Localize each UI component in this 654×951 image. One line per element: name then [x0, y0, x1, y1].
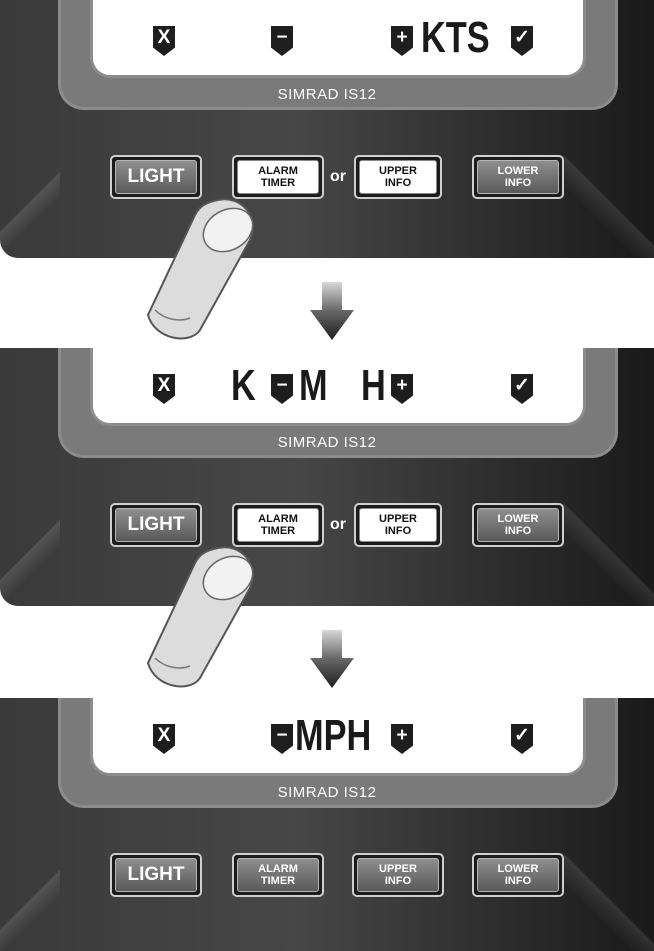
lcd-screen: X − MPH + ✓ [90, 698, 586, 776]
display-panel-2: X K − M H + ✓ SIMRAD IS12 LIGHT ALARM TIM… [0, 348, 654, 606]
cancel-softkey-icon[interactable]: X [153, 724, 175, 754]
letter-h: H [361, 361, 386, 410]
lower-line1: LOWER [497, 513, 539, 525]
minus-label: − [276, 27, 288, 48]
light-button-label: LIGHT [115, 858, 197, 892]
minus-label: − [276, 375, 288, 396]
lower-line2: INFO [504, 177, 532, 189]
unit-readout: MPH [295, 711, 372, 760]
lower-info-label: LOWER INFO [477, 508, 559, 542]
display-panel-3: X − MPH + ✓ SIMRAD IS12 LIGHT ALARM TIMER… [0, 698, 654, 951]
upper-line1: UPPER [379, 513, 417, 525]
confirm-softkey-icon[interactable]: ✓ [511, 26, 533, 56]
lower-info-button[interactable]: LOWER INFO [472, 503, 564, 547]
light-button[interactable]: LIGHT [110, 853, 202, 897]
plus-softkey-icon[interactable]: + [391, 374, 413, 404]
upper-info-button[interactable]: UPPER INFO [354, 503, 442, 547]
confirm-label: ✓ [514, 725, 530, 746]
alarm-timer-label: ALARM TIMER [237, 858, 319, 892]
lcd-screen: X K − M H + ✓ [90, 348, 586, 426]
minus-softkey-icon[interactable]: − [271, 26, 293, 56]
or-label: or [330, 516, 346, 533]
brand-label: SIMRAD IS12 [277, 434, 377, 451]
unit-readout: KTS [421, 13, 490, 62]
finger-icon [146, 546, 254, 688]
letter-m: M [299, 361, 328, 410]
confirm-softkey-icon[interactable]: ✓ [511, 374, 533, 404]
brand-label: SIMRAD IS12 [277, 784, 377, 801]
upper-line2: INFO [384, 525, 412, 537]
upper-info-button[interactable]: UPPER INFO [352, 853, 444, 897]
lcd-screen: X − + KTS ✓ [90, 0, 586, 78]
upper-line2: INFO [384, 177, 412, 189]
alarm-timer-label: ALARM TIMER [237, 508, 319, 542]
alarm-timer-label: ALARM TIMER [237, 160, 319, 194]
upper-info-label: UPPER INFO [359, 160, 437, 194]
or-label: or [330, 168, 346, 185]
minus-label: − [276, 725, 288, 746]
letter-k: K [231, 361, 256, 410]
plus-softkey-icon[interactable]: + [391, 26, 413, 56]
lower-info-label: LOWER INFO [477, 160, 559, 194]
confirm-softkey-icon[interactable]: ✓ [511, 724, 533, 754]
lower-line1: LOWER [497, 863, 539, 875]
plus-softkey-icon[interactable]: + [391, 724, 413, 754]
arrow-down-icon [310, 630, 354, 688]
alarm-line1: ALARM [258, 513, 298, 525]
cancel-softkey-icon[interactable]: X [153, 26, 175, 56]
upper-line1: UPPER [379, 863, 417, 875]
upper-line1: UPPER [379, 165, 417, 177]
minus-softkey-icon[interactable]: − [271, 374, 293, 404]
confirm-label: ✓ [514, 375, 530, 396]
alarm-line2: TIMER [260, 875, 296, 887]
plus-label: + [396, 375, 408, 396]
lower-line1: LOWER [497, 165, 539, 177]
upper-line2: INFO [384, 875, 412, 887]
alarm-timer-button[interactable]: ALARM TIMER [232, 853, 324, 897]
light-button-label: LIGHT [115, 160, 197, 194]
lower-info-label: LOWER INFO [477, 858, 559, 892]
upper-info-label: UPPER INFO [359, 508, 437, 542]
alarm-line2: TIMER [260, 177, 296, 189]
cancel-label: X [157, 375, 171, 396]
brand-label: SIMRAD IS12 [277, 86, 377, 103]
upper-info-button[interactable]: UPPER INFO [354, 155, 442, 199]
upper-info-label: UPPER INFO [357, 858, 439, 892]
lower-line2: INFO [504, 525, 532, 537]
cancel-label: X [157, 725, 171, 746]
display-panel-1: X − + KTS ✓ SIMRAD IS12 LIGHT ALARM TIMER… [0, 0, 654, 258]
light-button-label: LIGHT [115, 508, 197, 542]
confirm-label: ✓ [514, 27, 530, 48]
lower-line2: INFO [504, 875, 532, 887]
minus-softkey-icon[interactable]: − [271, 724, 293, 754]
lower-info-button[interactable]: LOWER INFO [472, 155, 564, 199]
cancel-softkey-icon[interactable]: X [153, 374, 175, 404]
arrow-down-icon [310, 282, 354, 340]
alarm-line1: ALARM [258, 863, 298, 875]
lower-info-button[interactable]: LOWER INFO [472, 853, 564, 897]
plus-label: + [396, 725, 408, 746]
plus-label: + [396, 27, 408, 48]
finger-icon [146, 198, 254, 340]
cancel-label: X [157, 27, 171, 48]
alarm-line1: ALARM [258, 165, 298, 177]
alarm-line2: TIMER [260, 525, 296, 537]
